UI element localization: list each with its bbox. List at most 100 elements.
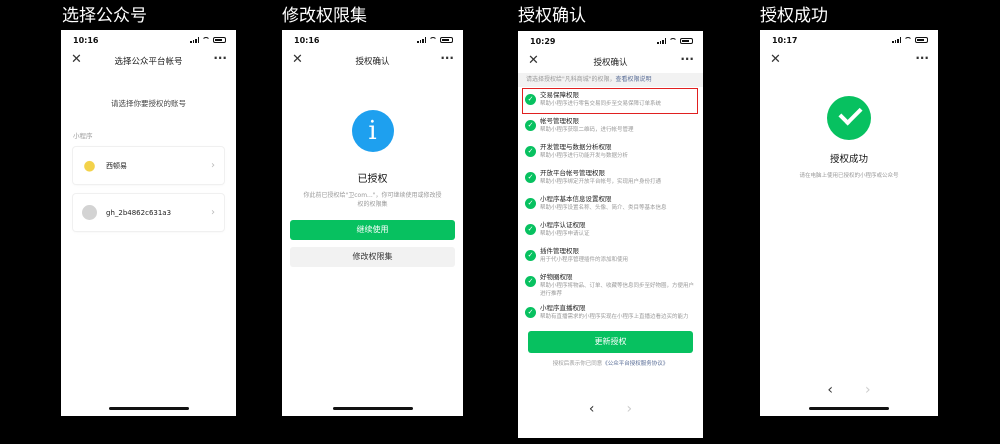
permission-name: 交易保障权限 [540,91,579,99]
chevron-right-icon: › [211,160,215,171]
account-item[interactable]: gh_2b4862c631a3 › [73,194,224,231]
status-icons [657,38,693,44]
permission-item[interactable]: ✓ 插件管理权限用于代小程序管理插件的添加和使用 [518,244,703,270]
auth-status-title: 已授权 [357,174,388,185]
nav-bar: ✕ ··· [760,50,938,72]
battery-icon [680,38,693,44]
status-icons [190,37,226,43]
phone-select-account: 10:16 ✕ 选择公众平台帐号 ··· 请选择你要授权的账号 小程序 西顿易 … [61,30,236,416]
check-circle-icon[interactable]: ✓ [525,276,536,287]
more-icon[interactable]: ··· [915,51,929,65]
permission-name: 插件管理权限 [540,247,579,255]
status-time: 10:17 [772,35,798,45]
continue-button[interactable]: 继续使用 [290,220,455,240]
wifi-icon [904,37,912,43]
signal-icon [892,37,901,43]
status-time: 10:16 [73,35,99,45]
wifi-icon [669,38,677,44]
status-icons [892,37,928,43]
update-authorization-button[interactable]: 更新授权 [528,331,693,353]
back-arrow-icon[interactable]: ‹ [589,401,595,417]
permission-item[interactable]: ✓ 好物圈权限帮助小程序将物品、订单、收藏等信息同步至好物圈，方便用户进行推荐 [518,270,703,301]
more-icon[interactable]: ··· [213,51,227,65]
back-arrow-icon[interactable]: ‹ [827,382,833,398]
permission-desc: 帮助小程序申请认证 [540,231,590,237]
status-time: 10:16 [294,35,320,45]
forward-arrow-icon[interactable]: › [627,401,633,417]
tip-text: 请选择授权给"凡科商城"的权限， [526,76,616,83]
phone-authorize-confirm: 10:29 ✕ 授权确认 ··· 请选择授权给"凡科商城"的权限，查看权限说明 … [518,31,703,438]
avatar [82,158,97,173]
wifi-icon [429,37,437,43]
agree-prefix: 授权后表示你已同意 [552,361,603,367]
signal-icon [417,37,426,43]
nav-title: 选择公众平台帐号 [114,57,183,67]
permission-desc: 帮助小程序获取二维码，进行帐号管理 [540,127,634,133]
check-circle-icon[interactable]: ✓ [525,198,536,209]
avatar [82,205,97,220]
forward-arrow-icon[interactable]: › [865,382,871,398]
check-circle-icon[interactable]: ✓ [525,307,536,318]
permission-item[interactable]: ✓ 小程序直播权限帮助有直播需求的小程序实现在小程序上直播边看边买的能力 [518,301,703,327]
permission-name: 开放平台帐号管理权限 [540,169,605,177]
permission-item[interactable]: ✓ 小程序认证权限 帮助小程序申请认证 [518,218,703,244]
nav-bar: ✕ 选择公众平台帐号 ··· [61,50,236,72]
info-icon: i [351,110,394,152]
permission-name: 小程序直播权限 [540,304,586,312]
section-label-miniprogram: 小程序 [73,132,93,140]
status-icons [417,37,453,43]
modify-permissions-button[interactable]: 修改权限集 [290,247,455,267]
permission-help-link[interactable]: 查看权限说明 [616,76,652,83]
status-time: 10:29 [530,36,556,46]
success-title: 授权成功 [829,154,868,165]
close-icon[interactable]: ✕ [71,52,82,68]
permission-item[interactable]: ✓ 开发管理与数据分析权限 帮助小程序进行功能开发与数据分析 [518,140,703,166]
more-icon[interactable]: ··· [680,52,694,66]
bottom-nav: ‹ › [760,382,938,398]
step-title-modify-permissions: 修改权限集 [282,6,367,26]
status-bar: 10:16 [61,30,236,50]
auth-description: 你此前已授权给"卫com..."，你可继续使用或修改授权的权限集 [303,192,442,208]
step-title-select-account: 选择公众号 [62,6,147,26]
permission-tip: 请选择授权给"凡科商城"的权限，查看权限说明 [518,73,703,87]
check-circle-icon[interactable]: ✓ [525,224,536,235]
wifi-icon [202,37,210,43]
permission-desc: 帮助有直播需求的小程序实现在小程序上直播边看边买的能力 [540,314,689,320]
check-circle-icon[interactable]: ✓ [525,250,536,261]
check-circle-icon[interactable]: ✓ [525,120,536,131]
close-icon[interactable]: ✕ [528,53,539,69]
close-icon[interactable]: ✕ [292,52,303,68]
select-prompt: 请选择你要授权的账号 [111,99,186,108]
permission-name: 小程序基本信息设置权限 [540,195,612,203]
check-circle-icon[interactable]: ✓ [525,146,536,157]
permission-item[interactable]: ✓ 帐号管理权限帮助小程序获取二维码，进行帐号管理 [518,114,703,140]
phone-modify-permissions: 10:16 ✕ 授权确认 ··· i 已授权 你此前已授权给"卫com..."，… [282,30,463,416]
permission-item[interactable]: ✓ 开放平台帐号管理权限 帮助小程序绑定开放平台帐号，实现用户身份打通 [518,166,703,192]
more-icon[interactable]: ··· [440,51,454,65]
permission-item[interactable]: ✓ 小程序基本信息设置权限帮助小程序设置名称、头像、简介、类目等基本信息 [518,192,703,218]
step-title-authorize-success: 授权成功 [760,6,828,26]
home-indicator [108,407,189,410]
permission-desc: 用于代小程序管理插件的添加和使用 [540,257,629,263]
permission-item[interactable]: ✓ 交易保障权限帮助小程序进行零售交易同步至交易保障订单系统 [522,88,698,114]
account-item[interactable]: 西顿易 › [73,147,224,184]
status-bar: 10:16 [282,30,463,50]
check-circle-icon[interactable]: ✓ [525,94,536,105]
permission-desc: 帮助小程序设置名称、头像、简介、类目等基本信息 [540,205,667,211]
permission-name: 好物圈权限 [540,273,573,281]
nav-title: 授权确认 [593,58,628,68]
step-title-authorize-confirm: 授权确认 [518,6,586,26]
battery-icon [915,37,928,43]
agreement-text: 授权后表示你已同意《公众平台授权服务协议》 [518,359,703,367]
bottom-nav: ‹ › [518,401,703,417]
check-circle-icon[interactable]: ✓ [525,172,536,183]
permission-desc: 帮助小程序将物品、订单、收藏等信息同步至好物圈，方便用户进行推荐 [540,283,695,297]
status-bar: 10:17 [760,30,938,50]
battery-icon [440,37,453,43]
close-icon[interactable]: ✕ [770,52,781,68]
permission-name: 帐号管理权限 [540,117,579,125]
permission-desc: 帮助小程序进行零售交易同步至交易保障订单系统 [540,101,662,107]
success-description: 请在电脑上使用已授权的小程序或公众号 [799,173,899,179]
permission-name: 开发管理与数据分析权限 [540,143,612,151]
service-agreement-link[interactable]: 《公众平台授权服务协议》 [602,361,668,367]
